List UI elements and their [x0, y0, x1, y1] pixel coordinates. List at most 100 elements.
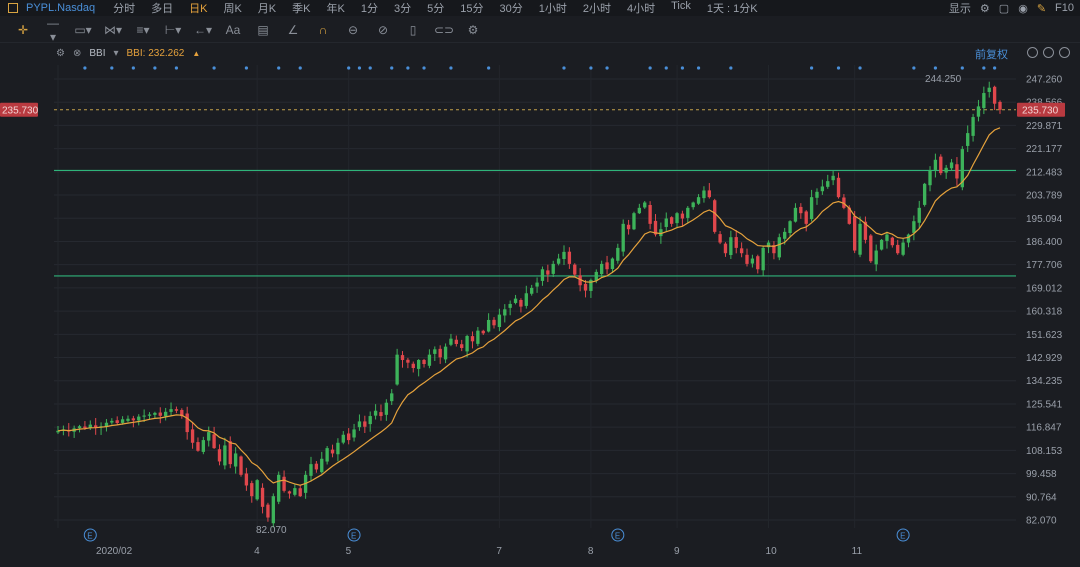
- y-tick-label: 134.235: [1026, 376, 1063, 387]
- event-dot: [982, 66, 986, 70]
- candle-body: [163, 411, 168, 417]
- candle-body: [605, 262, 609, 270]
- candle-body: [551, 263, 555, 274]
- candle-body: [616, 247, 620, 261]
- candle-body: [535, 282, 539, 287]
- event-dot: [449, 66, 453, 70]
- candle-body: [83, 426, 87, 429]
- candle-body: [438, 348, 442, 358]
- candle-body: [416, 360, 421, 369]
- candle-body: [212, 434, 216, 449]
- y-tick-label: 186.400: [1026, 237, 1063, 248]
- candle-body: [573, 264, 577, 275]
- event-dot: [696, 66, 701, 70]
- candle-body: [637, 207, 642, 214]
- candle-body: [476, 330, 480, 344]
- candle-body: [626, 224, 631, 230]
- candle-body: [917, 207, 921, 223]
- candle-body: [836, 177, 841, 198]
- candle-body: [648, 204, 652, 224]
- event-dot: [347, 66, 351, 70]
- candle-body: [675, 213, 679, 224]
- candle-body: [427, 354, 432, 366]
- event-dot: [390, 66, 394, 70]
- event-dot: [836, 66, 841, 70]
- candle-body: [363, 421, 367, 427]
- y-tick-label: 108.153: [1026, 446, 1063, 457]
- y-tick-label: 177.706: [1026, 260, 1063, 271]
- event-dot: [933, 66, 938, 70]
- candle-body: [481, 330, 485, 334]
- candle-body: [169, 409, 173, 412]
- candle-body: [546, 270, 550, 275]
- candle-body: [820, 186, 825, 192]
- candle-body: [976, 106, 981, 117]
- candle-body: [373, 410, 378, 416]
- candle-body: [745, 254, 749, 264]
- candle-body: [228, 441, 232, 465]
- candle-body: [793, 207, 798, 222]
- candle-body: [250, 483, 254, 497]
- candle-body: [949, 162, 954, 169]
- candle-body: [153, 412, 157, 415]
- candle-body: [347, 433, 351, 441]
- candle-body: [492, 319, 496, 326]
- candle-body: [309, 464, 313, 476]
- bbi-path: [57, 127, 1001, 486]
- candle-body: [696, 197, 701, 204]
- candle-body: [196, 442, 200, 451]
- candle-body: [503, 309, 507, 316]
- candle-body: [293, 488, 297, 495]
- candle-body: [912, 221, 916, 233]
- event-dot: [277, 66, 281, 70]
- candle-body: [928, 170, 932, 186]
- event-dot: [648, 66, 652, 70]
- event-dot: [562, 66, 566, 70]
- candle-body: [621, 223, 625, 252]
- candle-body: [406, 359, 410, 363]
- y-tick-label: 195.094: [1026, 214, 1063, 225]
- candle-body: [702, 190, 706, 199]
- event-dot: [912, 66, 916, 70]
- candle-body: [879, 239, 884, 250]
- candle-body: [524, 293, 528, 306]
- candle-body: [583, 283, 588, 291]
- event-dot: [110, 66, 114, 70]
- x-tick-label: 8: [588, 546, 594, 557]
- candle-body: [465, 335, 469, 352]
- x-tick-label: 9: [674, 546, 680, 557]
- candle-body: [185, 413, 189, 433]
- candle-body: [390, 393, 394, 402]
- candle-body: [443, 346, 448, 360]
- event-dot: [174, 66, 179, 70]
- candle-body: [233, 453, 238, 467]
- candle-body: [422, 359, 426, 365]
- high-annotation: 244.250: [925, 74, 962, 85]
- event-dot: [357, 66, 362, 70]
- candle-body: [610, 258, 615, 269]
- candle-body: [718, 234, 722, 243]
- candle-body: [831, 175, 835, 181]
- candle-body: [158, 412, 162, 416]
- candle-body: [922, 183, 927, 205]
- candle-body: [201, 440, 206, 452]
- candle-body: [77, 426, 82, 429]
- event-dot: [244, 66, 248, 70]
- event-dot: [298, 66, 302, 70]
- annotations: 235.730 235.730 244.250 82.070 E E E E: [0, 74, 1065, 542]
- earnings-marker-label: E: [615, 532, 620, 541]
- price-axis: 247.260238.566229.871221.177212.483203.7…: [1026, 75, 1063, 527]
- time-axis: 2020/02 4 5 7 8 9 10 11: [96, 546, 862, 557]
- candle-body: [750, 258, 755, 264]
- candle-body: [282, 476, 286, 491]
- candle-body: [470, 336, 475, 342]
- candle-body: [809, 197, 814, 220]
- candle-body: [852, 216, 857, 251]
- candle-body: [513, 298, 518, 303]
- candle-body: [686, 207, 690, 218]
- candle-body: [669, 217, 674, 224]
- candle-body: [939, 156, 943, 174]
- candle-body: [982, 93, 986, 109]
- y-tick-label: 247.260: [1026, 75, 1063, 86]
- price-chart[interactable]: 247.260238.566229.871221.177212.483203.7…: [0, 0, 1080, 567]
